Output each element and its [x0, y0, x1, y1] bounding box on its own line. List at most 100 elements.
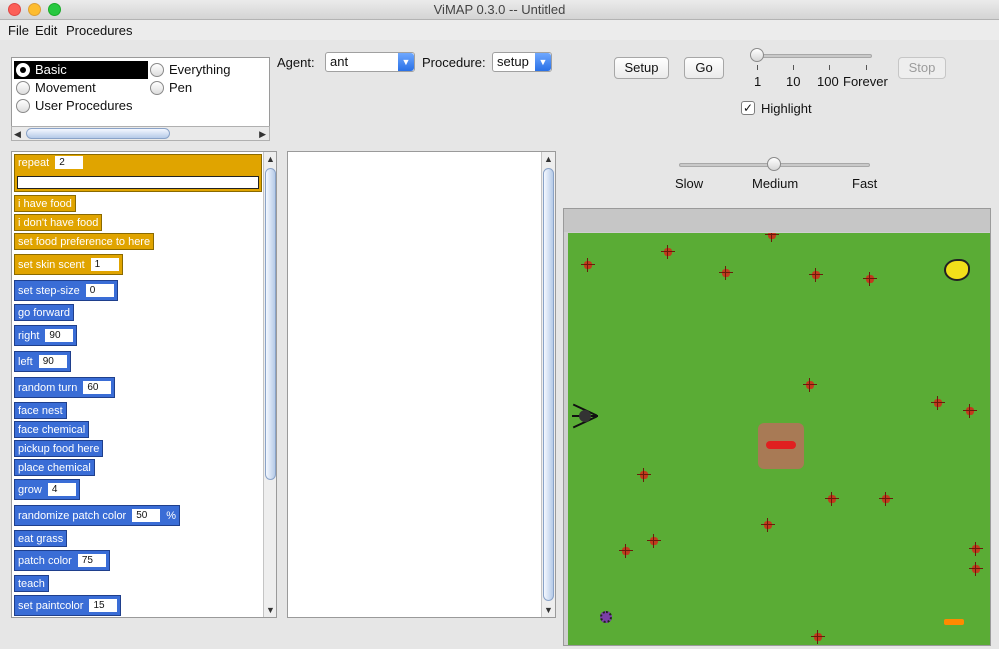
block-label: set paintcolor — [18, 600, 84, 612]
scrollbar-thumb[interactable] — [265, 168, 276, 480]
radio-icon — [150, 63, 164, 77]
speed-slider-knob[interactable] — [767, 157, 781, 171]
block-set-skin-scent[interactable]: set skin scent 1 — [14, 254, 123, 275]
block-teach[interactable]: teach — [14, 575, 49, 592]
block-label: face chemical — [18, 424, 86, 436]
step-slider-track[interactable] — [756, 54, 872, 58]
procedure-select[interactable]: setup ▼ — [492, 52, 552, 72]
block-label: grow — [18, 484, 42, 496]
simulation-world[interactable] — [568, 233, 990, 645]
ant-agent — [637, 468, 651, 482]
step-slider-knob[interactable] — [750, 48, 764, 62]
scroll-right-icon[interactable]: ▶ — [259, 129, 266, 140]
block-repeat[interactable]: repeat 2 — [14, 154, 262, 192]
highlight-checkbox[interactable]: ✓ — [741, 101, 755, 115]
category-movement-label: Movement — [35, 80, 96, 95]
block-right[interactable]: right 90 — [14, 325, 78, 346]
category-basic[interactable]: Basic — [14, 61, 148, 79]
block-label: i don't have food — [18, 217, 99, 229]
scroll-left-icon[interactable]: ◀ — [14, 129, 21, 140]
block-input[interactable]: 4 — [47, 483, 76, 496]
repeat-drop-slot[interactable] — [17, 176, 259, 189]
block-label: set step-size — [18, 285, 80, 297]
scroll-up-icon[interactable]: ▲ — [266, 154, 275, 164]
block-input[interactable]: 50 — [132, 509, 161, 522]
block-label: place chemical — [18, 462, 91, 474]
menu-procedures[interactable]: Procedures — [66, 23, 132, 38]
block-set-paintcolor[interactable]: set paintcolor 15 — [14, 595, 122, 616]
block-label: patch color — [18, 555, 72, 567]
category-horizontal-scrollbar[interactable]: ◀ ▶ — [11, 126, 270, 141]
category-everything[interactable]: Everything — [148, 61, 268, 79]
step-label-forever: Forever — [843, 74, 888, 89]
simulation-view — [563, 208, 991, 646]
block-input[interactable]: 75 — [77, 554, 106, 567]
block-go-forward[interactable]: go forward — [14, 304, 74, 321]
block-label: random turn — [18, 382, 78, 394]
category-user-procedures[interactable]: User Procedures — [14, 97, 174, 115]
block-patch-color[interactable]: patch color 75 — [14, 550, 110, 571]
block-eat-grass[interactable]: eat grass — [14, 530, 68, 547]
spider-icon — [572, 403, 598, 429]
menu-bar: File Edit Procedures — [0, 20, 999, 40]
ant-agent — [969, 562, 983, 576]
scroll-down-icon[interactable]: ▼ — [544, 605, 553, 615]
block-place-chemical[interactable]: place chemical — [14, 459, 95, 476]
ant-agent — [809, 268, 823, 282]
block-input[interactable]: 0 — [85, 284, 114, 297]
ant-nest — [758, 423, 804, 469]
menu-file[interactable]: File — [8, 23, 29, 38]
block-i-have-food[interactable]: i have food — [14, 195, 76, 212]
procedure-select-value: setup — [497, 54, 529, 69]
palette-vertical-scrollbar[interactable]: ▲ ▼ — [263, 152, 276, 617]
block-face-chemical[interactable]: face chemical — [14, 421, 90, 438]
scrollbar-thumb[interactable] — [543, 168, 554, 601]
canvas-vertical-scrollbar[interactable]: ▲ ▼ — [541, 152, 555, 617]
block-input[interactable]: 2 — [55, 156, 84, 169]
category-pen[interactable]: Pen — [148, 79, 268, 97]
block-randomize-patch-color[interactable]: randomize patch color 50% — [14, 505, 181, 526]
ant-agent — [765, 233, 779, 242]
stop-button[interactable]: Stop — [898, 57, 946, 79]
block-grow[interactable]: grow 4 — [14, 479, 80, 500]
setup-button[interactable]: Setup — [614, 57, 669, 79]
block-set-step-size[interactable]: set step-size 0 — [14, 280, 118, 301]
procedure-canvas[interactable]: ▲ ▼ — [287, 151, 556, 618]
go-button[interactable]: Go — [684, 57, 724, 79]
radio-selected-icon — [16, 63, 30, 77]
block-face-nest[interactable]: face nest — [14, 402, 67, 419]
block-i-dont-have-food[interactable]: i don't have food — [14, 214, 103, 231]
block-input[interactable]: 90 — [38, 355, 67, 368]
ant-agent — [803, 378, 817, 392]
scroll-up-icon[interactable]: ▲ — [544, 154, 553, 164]
block-pickup-food[interactable]: pickup food here — [14, 440, 104, 457]
block-input[interactable]: 90 — [45, 329, 74, 342]
scroll-down-icon[interactable]: ▼ — [266, 605, 275, 615]
step-label-100: 100 — [817, 74, 839, 89]
block-random-turn[interactable]: random turn 60 — [14, 377, 116, 398]
radio-icon — [16, 81, 30, 95]
chevron-down-icon: ▼ — [535, 53, 551, 71]
block-left[interactable]: left 90 — [14, 351, 71, 372]
block-input[interactable]: 60 — [83, 381, 112, 394]
procedure-label: Procedure: — [422, 55, 486, 70]
menu-edit[interactable]: Edit — [35, 23, 57, 38]
category-movement[interactable]: Movement — [14, 79, 148, 97]
scrollbar-thumb[interactable] — [26, 128, 170, 139]
ant-agent — [761, 518, 775, 532]
ant-agent — [969, 542, 983, 556]
radio-icon — [16, 99, 30, 113]
ant-agent — [879, 492, 893, 506]
ant-agent — [963, 404, 977, 418]
radio-icon — [150, 81, 164, 95]
category-basic-label: Basic — [35, 62, 67, 77]
agent-select-value: ant — [330, 54, 349, 69]
block-input[interactable]: 1 — [90, 258, 119, 271]
block-input[interactable]: 15 — [89, 599, 118, 612]
ant-agent — [647, 534, 661, 548]
bird-icon — [944, 259, 970, 281]
block-set-food-preference[interactable]: set food preference to here — [14, 233, 155, 250]
highlight-label: Highlight — [761, 101, 812, 116]
queen-ant-icon — [766, 441, 796, 449]
agent-select[interactable]: ant ▼ — [325, 52, 415, 72]
